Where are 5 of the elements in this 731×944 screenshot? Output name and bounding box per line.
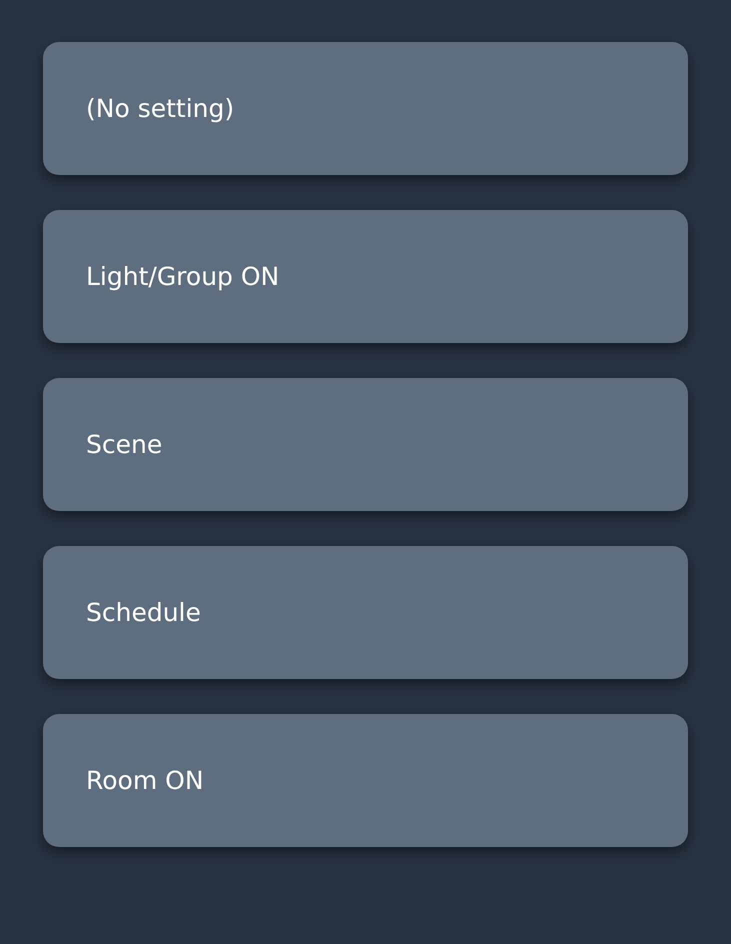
option-button[interactable]: Room ON bbox=[43, 714, 688, 847]
option-button[interactable]: Light/Group ON bbox=[43, 210, 688, 343]
option-button[interactable]: (No setting) bbox=[43, 42, 688, 175]
option-button[interactable]: Scene bbox=[43, 378, 688, 511]
option-button[interactable]: Schedule bbox=[43, 546, 688, 679]
